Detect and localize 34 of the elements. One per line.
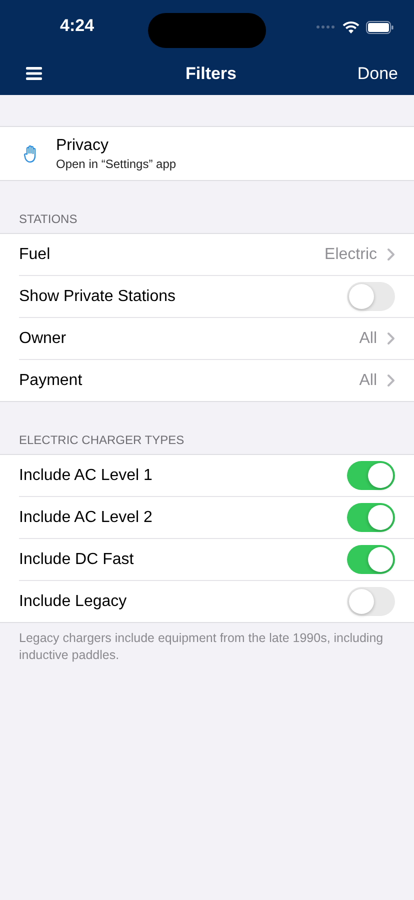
- privacy-title: Privacy: [56, 136, 110, 154]
- row-label: Include Legacy: [19, 592, 127, 610]
- toggle-switch[interactable]: [347, 282, 395, 311]
- menu-icon: [26, 67, 42, 80]
- battery-icon: [366, 20, 394, 34]
- value-selector[interactable]: All: [359, 330, 395, 348]
- section-footer: Legacy chargers include equipment from the late 1990s, including inductive paddles.: [0, 623, 414, 671]
- chevron-icon: [387, 248, 395, 261]
- chevron-icon: [387, 374, 395, 387]
- row-label: Fuel: [19, 246, 50, 264]
- nav-title: Filters: [185, 64, 237, 84]
- toggle-switch[interactable]: [347, 461, 395, 490]
- section-header: STATIONS: [18, 211, 78, 228]
- row-label: Show Private Stations: [19, 288, 176, 306]
- row-label: Include AC Level 2: [19, 508, 152, 526]
- row-label: Payment: [19, 372, 82, 390]
- hand-icon: [24, 144, 38, 162]
- row-label: Include AC Level 1: [19, 466, 152, 484]
- signal-icon: [316, 25, 336, 29]
- menu-button[interactable]: [24, 65, 44, 82]
- row-label: Include DC Fast: [19, 550, 134, 568]
- done-button[interactable]: Done: [357, 64, 398, 84]
- row-label: Owner: [19, 330, 66, 348]
- section-header: ELECTRIC CHARGER TYPES: [18, 432, 186, 449]
- status-time: 4:24: [60, 16, 96, 36]
- chevron-icon: [387, 332, 395, 345]
- wifi-icon: [342, 20, 360, 34]
- toggle-switch[interactable]: [347, 545, 395, 574]
- toggle-switch[interactable]: [347, 587, 395, 616]
- privacy-subtitle: Open in “Settings” app: [56, 156, 176, 170]
- value-selector[interactable]: All: [359, 372, 395, 390]
- privacy-row[interactable]: Privacy Open in “Settings” app: [0, 126, 414, 181]
- toggle-switch[interactable]: [347, 503, 395, 532]
- value-selector[interactable]: Electric: [324, 246, 395, 264]
